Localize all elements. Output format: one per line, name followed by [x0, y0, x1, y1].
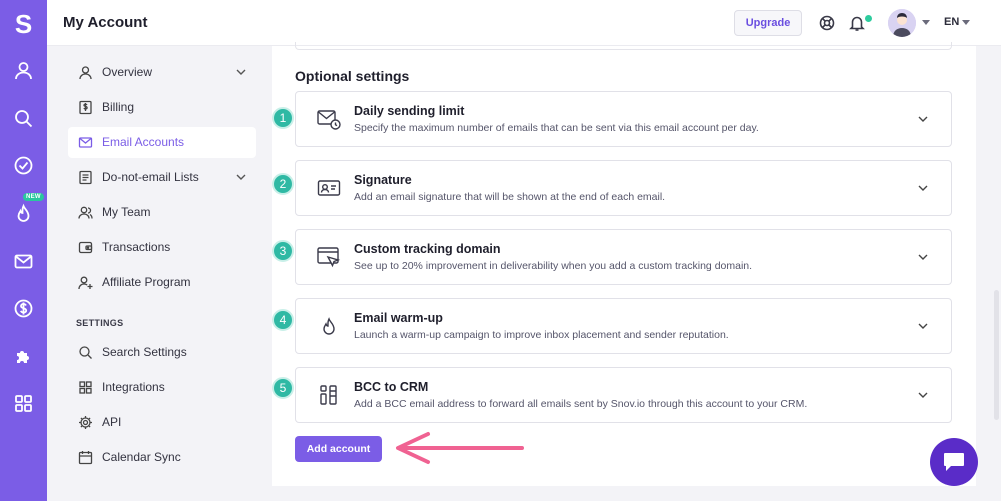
sidebar-item-email-accounts[interactable]: Email Accounts: [68, 127, 256, 158]
flame-icon: [316, 313, 342, 339]
card-description: Launch a warm-up campaign to improve inb…: [354, 329, 729, 341]
list-icon: [78, 170, 93, 185]
sidebar-item-affiliate-program[interactable]: Affiliate Program: [68, 267, 256, 298]
step-badge-5: 5: [272, 377, 294, 399]
card-bcc-to-crm[interactable]: BCC to CRM Add a BCC email address to fo…: [295, 367, 952, 423]
card-description: Add a BCC email address to forward all e…: [354, 398, 808, 410]
sidebar-item-billing[interactable]: Billing: [68, 92, 256, 123]
step-badge-1: 1: [272, 107, 294, 129]
card-description: Add an email signature that will be show…: [354, 191, 666, 203]
search-icon: [78, 345, 93, 360]
left-rail: S NEW: [0, 0, 47, 501]
sidebar-item-do-not-email-lists[interactable]: Do-not-email Lists: [68, 162, 256, 193]
chat-button[interactable]: [930, 438, 978, 486]
settings-heading: SETTINGS: [76, 318, 124, 328]
card-title: Custom tracking domain: [354, 242, 501, 256]
card-custom-tracking-domain[interactable]: Custom tracking domain See up to 20% imp…: [295, 229, 952, 285]
sidebar-item-label: Calendar Sync: [102, 450, 181, 464]
id-card-icon: [316, 175, 342, 201]
sidebar-item-my-team[interactable]: My Team: [68, 197, 256, 228]
chevron-down-icon[interactable]: [236, 174, 246, 180]
language-chevron-down-icon[interactable]: [962, 20, 970, 25]
pointer-arrow-icon: [392, 430, 526, 466]
add-account-button[interactable]: Add account: [295, 436, 382, 462]
mail-clock-icon: [316, 106, 342, 132]
card-description: See up to 20% improvement in deliverabil…: [354, 260, 753, 272]
rail-search-icon[interactable]: [13, 108, 34, 129]
chat-bubble-icon: [944, 453, 964, 471]
notification-dot: [864, 14, 873, 23]
rail-apps-icon[interactable]: [13, 393, 34, 414]
chevron-down-icon[interactable]: [918, 254, 928, 260]
tracking-icon: [316, 244, 342, 270]
sidebar-item-search-settings[interactable]: Search Settings: [68, 337, 256, 368]
page-title: My Account: [63, 14, 148, 31]
rail-check-icon[interactable]: [13, 155, 34, 176]
main-panel: Optional settings Daily sending limit Sp…: [272, 42, 976, 486]
affiliate-icon: [78, 275, 93, 290]
sidebar-item-integrations[interactable]: Integrations: [68, 372, 256, 403]
team-icon: [78, 205, 93, 220]
sidebar-item-transactions[interactable]: Transactions: [68, 232, 256, 263]
rail-dollar-icon[interactable]: [13, 298, 34, 319]
card-daily-sending-limit[interactable]: Daily sending limit Specify the maximum …: [295, 91, 952, 147]
help-icon[interactable]: [818, 14, 836, 32]
rail-profile-icon[interactable]: [13, 60, 34, 81]
chevron-down-icon[interactable]: [918, 392, 928, 398]
sidebar-item-calendar-sync[interactable]: Calendar Sync: [68, 442, 256, 473]
sidebar-item-label: Integrations: [102, 380, 165, 394]
sidebar-item-overview[interactable]: Overview: [68, 57, 256, 88]
rail-mail-icon[interactable]: [13, 251, 34, 272]
user-icon: [78, 65, 93, 80]
top-bar: My Account Upgrade EN: [47, 0, 1001, 46]
mail-icon: [78, 135, 93, 150]
new-badge: NEW: [23, 193, 44, 201]
account-sidebar: Overview Billing Email Accounts Do-not-e…: [47, 46, 272, 501]
upgrade-button[interactable]: Upgrade: [734, 10, 802, 36]
step-badge-4: 4: [272, 309, 294, 331]
crm-icon: [316, 382, 342, 408]
card-email-warm-up[interactable]: Email warm-up Launch a warm-up campaign …: [295, 298, 952, 354]
wallet-icon: [78, 240, 93, 255]
sidebar-item-label: API: [102, 415, 122, 429]
avatar[interactable]: [888, 9, 916, 37]
sidebar-item-label: Overview: [102, 65, 153, 79]
sidebar-item-label: Transactions: [102, 240, 171, 254]
step-badge-3: 3: [272, 240, 294, 262]
card-title: BCC to CRM: [354, 380, 429, 394]
rail-warmup-icon[interactable]: [13, 203, 34, 224]
billing-icon: [78, 100, 93, 115]
optional-settings-title: Optional settings: [295, 68, 410, 84]
sidebar-item-label: Do-not-email Lists: [102, 170, 199, 184]
app-logo[interactable]: S: [0, 8, 47, 40]
step-badge-2: 2: [272, 173, 294, 195]
sidebar-item-label: Search Settings: [102, 345, 187, 359]
chevron-down-icon[interactable]: [918, 116, 928, 122]
avatar-chevron-down-icon[interactable]: [922, 20, 930, 25]
language-selector[interactable]: EN: [944, 16, 959, 28]
card-title: Daily sending limit: [354, 104, 465, 118]
chevron-down-icon[interactable]: [918, 323, 928, 329]
card-title: Email warm-up: [354, 311, 443, 325]
sidebar-item-label: Email Accounts: [102, 135, 185, 149]
gear-icon: [78, 415, 93, 430]
sidebar-item-label: My Team: [102, 205, 151, 219]
card-title: Signature: [354, 173, 412, 187]
integrations-icon: [78, 380, 93, 395]
rail-puzzle-icon[interactable]: [13, 346, 34, 367]
calendar-icon: [78, 450, 93, 465]
chevron-down-icon[interactable]: [236, 69, 246, 75]
sidebar-item-label: Billing: [102, 100, 135, 114]
card-signature[interactable]: Signature Add an email signature that wi…: [295, 160, 952, 216]
previous-card-edge: [295, 42, 952, 50]
card-description: Specify the maximum number of emails tha…: [354, 122, 759, 134]
sidebar-item-api[interactable]: API: [68, 407, 256, 438]
chevron-down-icon[interactable]: [918, 185, 928, 191]
sidebar-item-label: Affiliate Program: [102, 275, 191, 289]
scrollbar[interactable]: [994, 290, 999, 420]
